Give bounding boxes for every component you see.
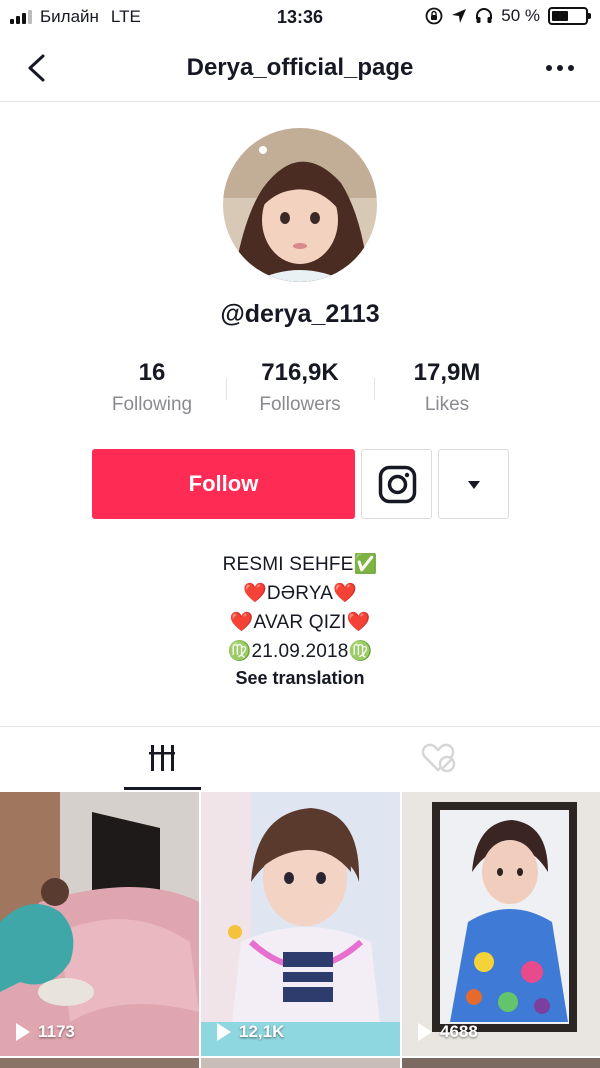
view-count: 1173	[16, 1022, 75, 1042]
see-translation-link[interactable]: See translation	[0, 668, 600, 689]
instagram-icon	[378, 465, 417, 504]
battery-icon	[548, 7, 591, 25]
bio: RESMI SEHFE✅ ❤️DƏRYA❤️ ❤️AVAR QIZI❤️ ♍21…	[0, 550, 600, 666]
video-tile-partial[interactable]	[0, 1058, 199, 1068]
profile-stats: 16 Following 716,9K Followers 17,9M Like…	[0, 356, 600, 426]
bio-line: ❤️DƏRYA❤️	[242, 583, 358, 604]
stat-value: 16	[138, 359, 166, 386]
play-icon	[418, 1023, 432, 1041]
video-grid: 1173 12,1K 4688	[0, 792, 600, 1068]
suggested-accounts-button[interactable]	[438, 449, 509, 519]
stat-value: 17,9M	[413, 359, 481, 386]
bio-line: ❤️AVAR QIZI❤️	[229, 612, 371, 633]
more-button[interactable]	[540, 56, 580, 80]
view-count: 12,1K	[217, 1022, 284, 1042]
video-thumbnail	[201, 792, 400, 1056]
more-dot	[568, 65, 574, 71]
status-bar-right: 50 %	[425, 6, 591, 26]
page-title: Derya_official_page	[186, 54, 414, 81]
stat-value: 716,9K	[261, 359, 339, 386]
video-thumbnail	[402, 792, 600, 1056]
stat-likes[interactable]: 17,9M Likes	[372, 356, 522, 416]
stat-label: Likes	[424, 394, 470, 415]
instagram-button[interactable]	[361, 449, 432, 519]
status-bar: Билайн LTE 13:36 50 %	[0, 0, 600, 36]
tabs-divider	[0, 726, 600, 727]
avatar-photo	[223, 128, 377, 282]
chevron-left-icon	[28, 54, 45, 82]
play-icon	[217, 1023, 231, 1041]
liked-hidden-icon	[421, 743, 456, 773]
battery-level	[552, 11, 568, 21]
view-count: 4688	[418, 1022, 478, 1042]
view-count-value: 4688	[440, 1022, 478, 1041]
more-dot	[557, 65, 563, 71]
play-icon	[16, 1023, 30, 1041]
username: @derya_2113	[220, 300, 380, 328]
avatar[interactable]	[223, 128, 377, 282]
videos-grid-icon	[149, 745, 175, 771]
follow-button[interactable]: Follow	[92, 449, 355, 519]
location-icon	[452, 9, 467, 23]
video-tile[interactable]: 12,1K	[201, 792, 400, 1056]
back-button[interactable]	[20, 50, 56, 86]
headphones-icon	[476, 8, 493, 23]
view-count-value: 12,1K	[239, 1022, 285, 1041]
stat-label: Following	[111, 394, 193, 415]
video-tile[interactable]: 4688	[402, 792, 600, 1056]
tab-liked[interactable]	[408, 728, 468, 788]
bio-line: ♍21.09.2018♍	[227, 641, 373, 662]
active-tab-indicator	[124, 787, 201, 790]
stat-followers[interactable]: 716,9K Followers	[225, 356, 375, 416]
video-thumbnail	[0, 792, 199, 1056]
stat-label: Followers	[259, 394, 341, 415]
view-count-value: 1173	[38, 1022, 75, 1041]
video-tile[interactable]: 1173	[0, 792, 199, 1056]
tab-videos[interactable]	[124, 728, 201, 790]
orientation-lock-icon	[425, 7, 443, 25]
caret-down-icon	[468, 481, 480, 489]
bio-line: RESMI SEHFE✅	[222, 554, 378, 575]
stat-following[interactable]: 16 Following	[77, 356, 227, 416]
battery-percent: 50 %	[501, 6, 540, 25]
nav-bar: Derya_official_page	[0, 36, 600, 102]
video-tile-partial[interactable]	[402, 1058, 600, 1068]
more-dot	[546, 65, 552, 71]
video-tile-partial[interactable]	[201, 1058, 400, 1068]
